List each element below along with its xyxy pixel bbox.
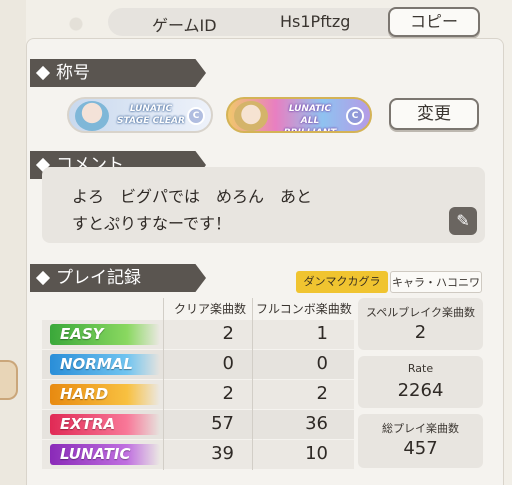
play-record-heading: プレイ記録 xyxy=(56,268,141,288)
play-record-table: クリア楽曲数 フルコンボ楽曲数 EASY 2 1 NORMAL 0 0 HARD… xyxy=(42,298,354,470)
comment-line-1: よろ ビグパでは めろん あと xyxy=(72,187,313,206)
fullcombo-count: 10 xyxy=(305,443,328,464)
fullcombo-count: 2 xyxy=(316,383,328,404)
clear-count: 2 xyxy=(222,323,234,344)
tab-danmaku-kagura[interactable]: ダンマクカグラ xyxy=(296,271,388,293)
column-header-fullcombo: フルコンボ楽曲数 xyxy=(256,302,352,316)
difficulty-label: NORMAL xyxy=(50,354,160,375)
medal-icon: C xyxy=(346,107,364,125)
stat-rate: Rate 2264 xyxy=(358,356,483,408)
stat-spell-break: スペルブレイク楽曲数 2 xyxy=(358,298,483,350)
medal-icon: C xyxy=(187,107,205,125)
tab-chara-hakoniwa[interactable]: キャラ・ハコニワ xyxy=(390,271,482,293)
comment-line-2: すとぷりすなーです！ xyxy=(72,214,232,233)
difficulty-label: HARD xyxy=(50,384,160,405)
badge-line2: ALL BRILLIANT xyxy=(283,116,337,133)
game-id-bar: ゲームID Hs1Pftzg xyxy=(108,8,408,36)
clear-count: 0 xyxy=(222,353,234,374)
difficulty-label: EASY xyxy=(50,324,160,345)
titles-heading: 称号 xyxy=(56,63,90,83)
titles-section-header: 称号 xyxy=(30,59,206,87)
play-record-section-header: プレイ記録 xyxy=(30,264,206,292)
left-edge-panel xyxy=(0,0,26,485)
difficulty-label: LUNATIC xyxy=(50,444,160,465)
stat-value: 2 xyxy=(414,322,427,343)
column-divider xyxy=(252,298,253,470)
change-title-button[interactable]: 変更 xyxy=(389,98,479,130)
difficulty-label: EXTRA xyxy=(50,414,160,435)
fullcombo-count: 1 xyxy=(316,323,328,344)
badge-line2: STAGE CLEAR xyxy=(117,116,185,126)
fullcombo-count: 0 xyxy=(316,353,328,374)
stat-value: 2264 xyxy=(397,380,444,401)
table-row: LUNATIC 39 10 xyxy=(42,440,354,469)
column-divider xyxy=(163,298,164,470)
stat-label: スペルブレイク楽曲数 xyxy=(365,306,475,319)
stat-label: 総プレイ楽曲数 xyxy=(382,422,459,435)
badge-line1: LUNATIC xyxy=(129,104,173,114)
character-portrait xyxy=(75,101,109,131)
pencil-icon[interactable]: ✎ xyxy=(449,207,477,235)
fullcombo-count: 36 xyxy=(305,413,328,434)
stat-label: Rate xyxy=(407,362,434,375)
diamond-icon xyxy=(35,65,51,81)
game-id-label: ゲームID xyxy=(152,16,217,35)
title-badge-stage-clear[interactable]: LUNATIC STAGE CLEAR C xyxy=(67,97,213,133)
clear-count: 39 xyxy=(211,443,234,464)
comment-box: よろ ビグパでは めろん あと すとぷりすなーです！ ✎ xyxy=(42,167,485,243)
clear-count: 57 xyxy=(211,413,234,434)
table-row: NORMAL 0 0 xyxy=(42,350,354,379)
table-row: EXTRA 57 36 xyxy=(42,410,354,439)
copy-button[interactable]: コピー xyxy=(388,7,480,37)
diamond-icon xyxy=(35,270,51,286)
game-id-value: Hs1Pftzg xyxy=(280,12,351,31)
clear-count: 2 xyxy=(222,383,234,404)
back-arrow-tab[interactable] xyxy=(0,360,18,400)
badge-line1: LUNATIC xyxy=(288,104,332,114)
column-header-clear: クリア楽曲数 xyxy=(174,302,247,316)
stat-total-plays: 総プレイ楽曲数 457 xyxy=(358,414,483,468)
table-row: HARD 2 2 xyxy=(42,380,354,409)
title-badge-all-brilliant[interactable]: LUNATIC ALL BRILLIANT C xyxy=(226,97,372,133)
stat-value: 457 xyxy=(403,438,438,459)
table-row: EASY 2 1 xyxy=(42,320,354,349)
character-portrait xyxy=(234,101,268,131)
